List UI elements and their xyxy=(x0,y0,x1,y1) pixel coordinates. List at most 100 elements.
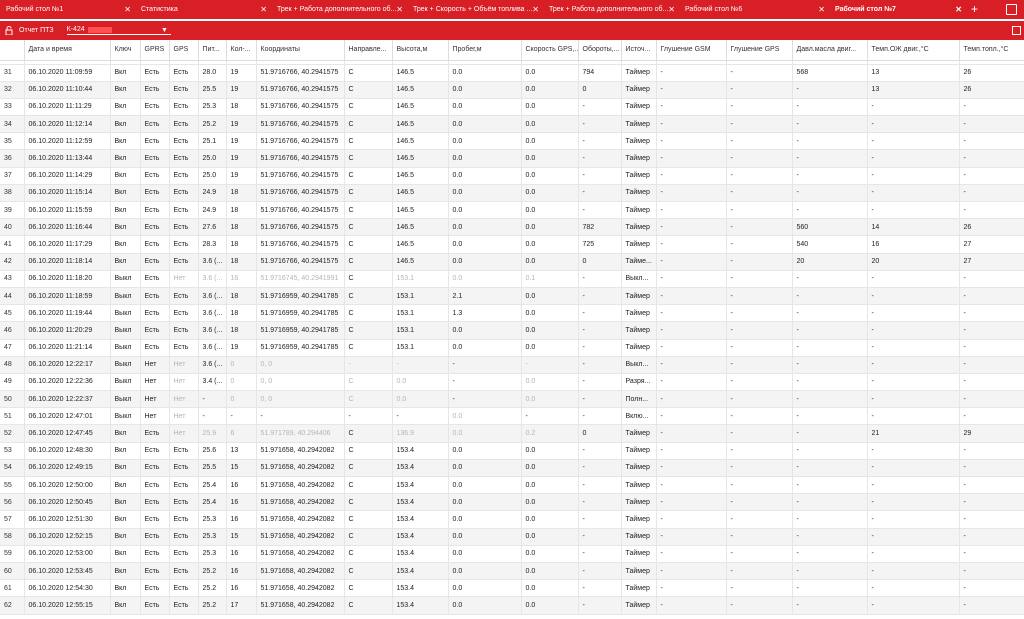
close-icon[interactable]: ✕ xyxy=(955,5,962,14)
table-cell: - xyxy=(792,596,868,615)
table-row[interactable]: 55 06.10.2020 12:50:00 Вкл Есть Есть 25.4 16 51… xyxy=(0,476,1024,495)
table-row[interactable]: 38 06.10.2020 11:15:14 Вкл Есть Есть 24.9 18 51… xyxy=(0,184,1024,203)
table-row[interactable]: 60 06.10.2020 12:53:45 Вкл Есть Есть 25.2 16 51… xyxy=(0,562,1024,581)
table-row[interactable]: 61 06.10.2020 12:54:30 Вкл Есть Есть 25.2 16 51… xyxy=(0,579,1024,598)
column-header[interactable]: Пробег,м xyxy=(448,40,522,61)
table-row[interactable]: 59 06.10.2020 12:53:00 Вкл Есть Есть 25.3 16 51… xyxy=(0,545,1024,563)
tab-2[interactable]: Статистика ✕ xyxy=(135,0,271,19)
table-cell: 51.9716766, 40.2941575 xyxy=(256,115,345,134)
table-row[interactable]: 41 06.10.2020 11:17:29 Вкл Есть Есть 28.3 18 51… xyxy=(0,235,1024,254)
column-header[interactable]: Темп.ОЖ двиг.,°C xyxy=(867,40,960,61)
table-row[interactable]: 40 06.10.2020 11:16:44 Вкл Есть Есть 27.6 18 51… xyxy=(0,218,1024,237)
table-row[interactable]: 48 06.10.2020 12:22:17 Выкл Нет Нет 3.6 (... 0… xyxy=(0,356,1024,374)
column-header[interactable]: Источ... xyxy=(621,40,657,61)
tab-7[interactable]: Рабочий стол №7 ✕ xyxy=(829,0,966,19)
column-header[interactable]: GPS xyxy=(169,40,199,61)
table-cell: Таймер xyxy=(621,235,657,254)
table-cell: 48 xyxy=(0,356,25,374)
close-icon[interactable]: ✕ xyxy=(260,5,267,14)
table-row[interactable]: 58 06.10.2020 12:52:15 Вкл Есть Есть 25.3 15 51… xyxy=(0,528,1024,546)
column-header[interactable]: Кол-... xyxy=(226,40,257,61)
table-row[interactable]: 36 06.10.2020 11:13:44 Вкл Есть Есть 25.0 19 51… xyxy=(0,149,1024,168)
table-row[interactable]: 54 06.10.2020 12:49:15 Вкл Есть Есть 25.5 15 51… xyxy=(0,459,1024,478)
table-cell: 06.10.2020 12:47:01 xyxy=(24,407,111,426)
close-icon[interactable]: ✕ xyxy=(818,5,825,14)
close-icon[interactable]: ✕ xyxy=(396,5,403,14)
add-tab-button[interactable]: + xyxy=(971,2,978,16)
export-icon[interactable] xyxy=(1012,26,1021,35)
table-cell: - xyxy=(867,270,960,288)
table-cell: - xyxy=(792,356,868,374)
window-menu-icon[interactable] xyxy=(1006,4,1017,15)
column-header[interactable]: Направле... xyxy=(344,40,393,61)
table-cell: - xyxy=(792,167,868,185)
table-row[interactable]: 47 06.10.2020 11:21:14 Выкл Есть Есть 3.6 (..… xyxy=(0,339,1024,357)
table-row[interactable]: 50 06.10.2020 12:22:37 Выкл Нет Нет -0 0, 0 С 0.… xyxy=(0,390,1024,409)
table-row[interactable]: 34 06.10.2020 11:12:14 Вкл Есть Есть 25.2 19 51… xyxy=(0,115,1024,134)
table-cell: - xyxy=(656,201,727,220)
table-cell: 51.971658, 40.2942082 xyxy=(256,476,345,495)
table-cell: - xyxy=(726,562,793,581)
table-row[interactable]: 43 06.10.2020 11:18:20 Выкл Есть Нет 3.6 (...… xyxy=(0,270,1024,288)
table-row[interactable]: 32 06.10.2020 11:10:44 Вкл Есть Есть 25.5 19 51… xyxy=(0,81,1024,99)
table-row[interactable]: 31 06.10.2020 11:09:59 Вкл Есть Есть 28.0 19 51… xyxy=(0,64,1024,82)
table-cell: Таймер xyxy=(621,81,657,99)
column-header[interactable]: Обороты,... xyxy=(578,40,622,61)
table-row[interactable]: 62 06.10.2020 12:55:15 Вкл Есть Есть 25.2 17 51… xyxy=(0,596,1024,615)
table-row[interactable]: 46 06.10.2020 11:20:29 Выкл Есть Есть 3.6 (..… xyxy=(0,321,1024,340)
table-cell: - xyxy=(867,321,960,340)
table-row[interactable]: 42 06.10.2020 11:18:14 Вкл Есть Есть 3.6 (...… xyxy=(0,253,1024,271)
table-cell: 3.4 (... xyxy=(198,373,227,392)
table-cell: 0.0 xyxy=(448,562,522,581)
column-header[interactable]: Ключ xyxy=(110,40,141,61)
column-header[interactable]: Скорость GPS,... xyxy=(521,40,579,61)
table-cell: - xyxy=(867,562,960,581)
tab-5[interactable]: Трек + Работа дополнительного об... ✕ xyxy=(543,0,679,19)
table-cell: Выкл xyxy=(110,304,141,323)
table-cell: Есть xyxy=(140,81,170,99)
column-header[interactable] xyxy=(0,40,25,61)
table-row[interactable]: 53 06.10.2020 12:48:30 Вкл Есть Есть 25.6 13 51… xyxy=(0,442,1024,460)
tab-1[interactable]: Рабочий стол №1 ✕ xyxy=(0,0,135,19)
column-header[interactable]: Пит... xyxy=(198,40,227,61)
table-row[interactable]: 39 06.10.2020 11:15:59 Вкл Есть Есть 24.9 18 51… xyxy=(0,201,1024,220)
table-row[interactable]: 57 06.10.2020 12:51:30 Вкл Есть Есть 25.3 16 51… xyxy=(0,510,1024,529)
table-row[interactable]: 37 06.10.2020 11:14:29 Вкл Есть Есть 25.0 19 51… xyxy=(0,167,1024,185)
close-icon[interactable]: ✕ xyxy=(668,5,675,14)
chevron-down-icon[interactable]: ▼ xyxy=(161,27,168,34)
column-header[interactable]: Глушение GPS xyxy=(726,40,793,61)
column-header[interactable]: Глушение GSM xyxy=(656,40,727,61)
tab-6[interactable]: Рабочий стол №6 ✕ xyxy=(679,0,829,19)
column-header[interactable]: GPRS xyxy=(140,40,170,61)
column-header[interactable]: Координаты xyxy=(256,40,345,61)
table-row[interactable]: 45 06.10.2020 11:19:44 Выкл Есть Есть 3.6 (..… xyxy=(0,304,1024,323)
lock-icon[interactable] xyxy=(5,26,13,35)
table-cell: - xyxy=(959,493,1024,512)
report-title: Отчет ПТЗ xyxy=(19,27,54,34)
table-cell: - xyxy=(656,167,727,185)
table-row[interactable]: 52 06.10.2020 12:47:45 Вкл Есть Нет 25.9 6 51.9… xyxy=(0,424,1024,443)
vehicle-selector[interactable]: К-424 xyxy=(66,26,171,35)
table-cell: - xyxy=(578,132,622,151)
column-header[interactable]: Высота,м xyxy=(392,40,449,61)
table-cell: - xyxy=(656,339,727,357)
table-row[interactable]: 33 06.10.2020 11:11:29 Вкл Есть Есть 25.3 18 51… xyxy=(0,98,1024,117)
column-header[interactable]: Давл.масла двиг... xyxy=(792,40,868,61)
table-cell: - xyxy=(726,356,793,374)
table-cell: - xyxy=(959,373,1024,392)
table-row[interactable]: 49 06.10.2020 12:22:36 Выкл Нет Нет 3.4 (... 0… xyxy=(0,373,1024,392)
table-row[interactable]: 56 06.10.2020 12:50:45 Вкл Есть Есть 25.4 16 51… xyxy=(0,493,1024,512)
column-header[interactable]: Темп.топл.,°C xyxy=(959,40,1024,61)
tab-3[interactable]: Трек + Работа дополнительного об... ✕ xyxy=(271,0,407,19)
table-cell: - xyxy=(578,528,622,546)
close-icon[interactable]: ✕ xyxy=(532,5,539,14)
column-header[interactable]: Дата и время xyxy=(24,40,111,61)
table-cell: - xyxy=(726,339,793,357)
close-icon[interactable]: ✕ xyxy=(124,5,131,14)
table-cell: - xyxy=(578,562,622,581)
table-row[interactable]: 51 06.10.2020 12:47:01 Выкл Нет Нет - - - - -0.0-… xyxy=(0,407,1024,426)
table-row[interactable]: 35 06.10.2020 11:12:59 Вкл Есть Есть 25.1 19 51… xyxy=(0,132,1024,151)
table-row[interactable]: 44 06.10.2020 11:18:59 Выкл Есть Есть 3.6 (..… xyxy=(0,287,1024,306)
tab-4[interactable]: Трек + Скорость + Объём топлива ... ✕ xyxy=(407,0,543,19)
table-cell: Нет xyxy=(169,390,199,409)
